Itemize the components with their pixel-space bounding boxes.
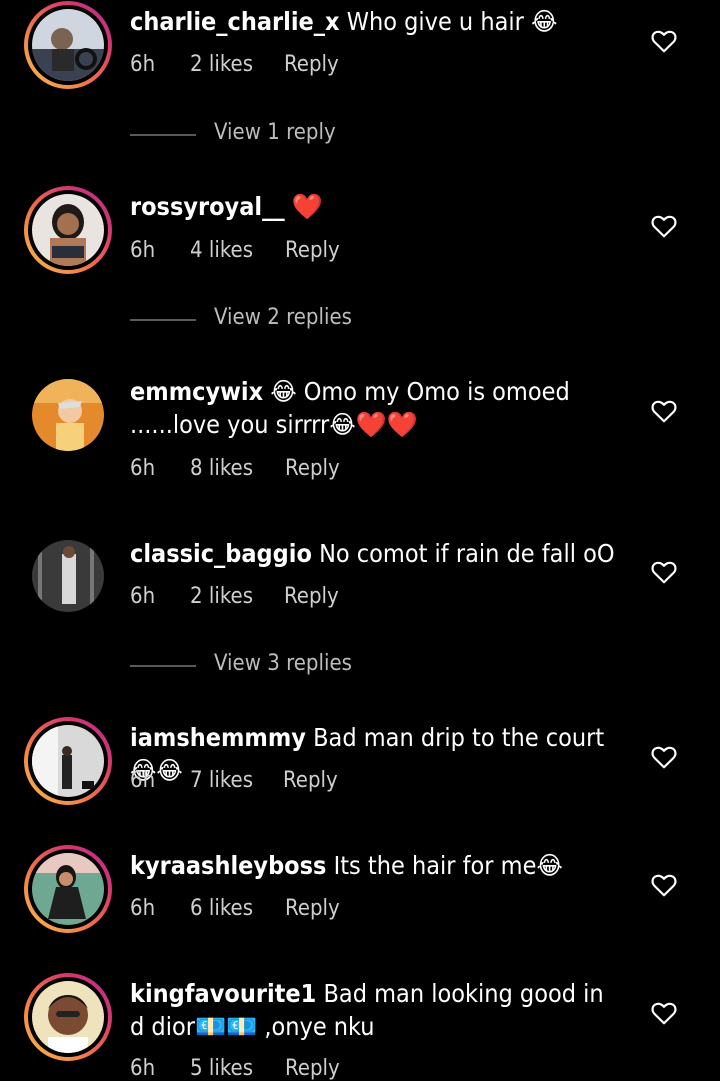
heart-outline-icon[interactable] (651, 1001, 677, 1025)
comment-text: emmcywix 😂 Omo my Omo is omoed ......lov… (130, 375, 620, 441)
comment-body: ❤️ (291, 192, 323, 221)
view-replies-button[interactable]: View 1 reply (130, 120, 430, 150)
reply-button[interactable]: Reply (285, 896, 340, 921)
comment-body: No comot if rain de fall oO (319, 539, 615, 568)
comment-body: Who give u hair 😂 (346, 7, 558, 36)
view-replies-label[interactable]: View 2 replies (214, 305, 352, 330)
comment-username[interactable]: kyraashleyboss (130, 851, 326, 880)
comment-time: 6h (130, 896, 156, 921)
comment-likes[interactable]: 7 likes (190, 768, 253, 793)
comment-username[interactable]: rossyroyal__ (130, 192, 285, 221)
comment-username[interactable]: charlie_charlie_x (130, 7, 340, 36)
heart-outline-icon[interactable] (651, 745, 677, 769)
comment-likes[interactable]: 5 likes (190, 1056, 253, 1081)
avatar[interactable] (24, 717, 112, 805)
comment-time: 6h (130, 52, 156, 77)
view-replies-button[interactable]: View 3 replies (130, 651, 430, 681)
avatar-photo (32, 853, 104, 925)
avatar[interactable] (32, 540, 104, 612)
avatar-photo (32, 9, 104, 81)
comment-username[interactable]: emmcywix (130, 377, 263, 406)
heart-outline-icon[interactable] (651, 214, 677, 238)
avatar-photo (32, 725, 104, 797)
comment-likes[interactable]: 8 likes (190, 456, 253, 481)
comment-time: 6h (130, 768, 156, 793)
comment-username[interactable]: iamshemmmy (130, 723, 306, 752)
avatar-photo (32, 194, 104, 266)
avatar[interactable] (24, 1, 112, 89)
comment-time: 6h (130, 456, 156, 481)
avatar[interactable] (24, 186, 112, 274)
reply-button[interactable]: Reply (285, 238, 340, 263)
comment-text: kyraashleyboss Its the hair for me😂 (130, 849, 620, 882)
comment-username[interactable]: classic_baggio (130, 539, 312, 568)
reply-button[interactable]: Reply (284, 52, 339, 77)
avatar-photo (32, 540, 104, 612)
comment-time: 6h (130, 1056, 156, 1081)
view-replies-label[interactable]: View 3 replies (214, 651, 352, 676)
comment-likes[interactable]: 6 likes (190, 896, 253, 921)
comment-text: rossyroyal__ ❤️ (130, 190, 620, 223)
divider (130, 134, 196, 136)
view-replies-label[interactable]: View 1 reply (214, 120, 336, 145)
reply-button[interactable]: Reply (285, 456, 340, 481)
heart-outline-icon[interactable] (651, 399, 677, 423)
avatar-photo (32, 379, 104, 451)
comment-username[interactable]: kingfavourite1 (130, 979, 316, 1008)
heart-outline-icon[interactable] (651, 29, 677, 53)
avatar[interactable] (24, 845, 112, 933)
comment-likes[interactable]: 2 likes (190, 52, 253, 77)
comment-likes[interactable]: 2 likes (190, 584, 253, 609)
reply-button[interactable]: Reply (285, 1056, 340, 1081)
divider (130, 319, 196, 321)
comment-body: Its the hair for me😂 (333, 851, 563, 880)
comment-time: 6h (130, 238, 156, 263)
heart-outline-icon[interactable] (651, 560, 677, 584)
view-replies-button[interactable]: View 2 replies (130, 305, 430, 335)
comment-likes[interactable]: 4 likes (190, 238, 253, 263)
comment-time: 6h (130, 584, 156, 609)
divider (130, 665, 196, 667)
comment-text: classic_baggio No comot if rain de fall … (130, 537, 620, 570)
avatar[interactable] (24, 973, 112, 1061)
reply-button[interactable]: Reply (283, 768, 338, 793)
heart-outline-icon[interactable] (651, 873, 677, 897)
avatar[interactable] (32, 379, 104, 451)
avatar-photo (32, 981, 104, 1053)
comment-text: kingfavourite1 Bad man looking good in d… (130, 977, 620, 1043)
reply-button[interactable]: Reply (284, 584, 339, 609)
comment-text: charlie_charlie_x Who give u hair 😂 (130, 5, 620, 38)
